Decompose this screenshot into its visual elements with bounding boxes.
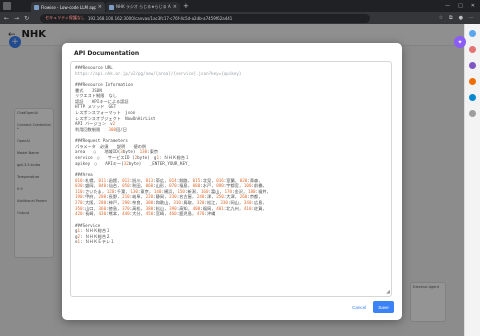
maximize-icon[interactable]: □ [458, 3, 463, 9]
browser-tab-bar: Flowise - Low-code LLM apps b... × NHK ラ… [0, 0, 480, 12]
profile-icon[interactable]: ● [459, 15, 463, 21]
extensions-icon[interactable]: ⧉ [449, 15, 453, 21]
close-tab-icon[interactable]: × [173, 4, 177, 10]
add-sidebar-icon[interactable] [469, 110, 476, 117]
cancel-button[interactable]: Cancel [352, 305, 366, 310]
menu-icon[interactable]: ⋯ [469, 15, 474, 21]
api-documentation-dialog: API Documentation ###Resource URL https:/… [62, 43, 402, 320]
resize-handle-icon[interactable]: ◢ [386, 289, 390, 295]
office-icon[interactable] [469, 78, 476, 85]
reload-icon[interactable]: ↻ [24, 15, 29, 22]
dialog-title: API Documentation [74, 50, 140, 57]
star-icon[interactable]: ☆ [439, 15, 443, 21]
window-controls: — □ ✕ [445, 3, 475, 9]
url-text: 192.168.100.162:3000/canvas/1ac3fc17-c76… [87, 15, 233, 21]
save-button[interactable]: Save [373, 301, 394, 313]
window-menu-icon[interactable] [3, 2, 11, 10]
flowise-favicon-icon [34, 4, 39, 10]
chat-icon[interactable]: ✦ [454, 36, 466, 48]
tools-icon[interactable] [469, 62, 476, 69]
url-field[interactable]: セキュリティ保護なし 192.168.100.162:3000/canvas/1… [40, 13, 371, 23]
tab-title: NHK ラジオ らじる★らじる API (ver... [116, 4, 171, 9]
browser-tab-nhk[interactable]: NHK ラジオ らじる★らじる API (ver... × [106, 2, 180, 12]
api-doc-textarea[interactable]: ###Resource URL https://api.nhk.or.jp/v2/… [70, 61, 392, 297]
outlook-icon[interactable] [469, 94, 476, 101]
api-doc-text: ###Resource URL https://api.nhk.or.jp/v2/… [75, 65, 387, 245]
browser-sidebar [464, 24, 480, 336]
browser-toolbar: ☆ ⧉ ● ⋯ [439, 15, 474, 21]
doc-line: e1: ＮＨＫＥテレ１ [75, 239, 115, 245]
shopping-icon[interactable] [469, 46, 476, 53]
minimize-icon[interactable]: — [445, 3, 450, 9]
browser-address-bar: ← → ↻ セキュリティ保護なし 192.168.100.162:3000/ca… [0, 12, 480, 24]
new-tab-icon[interactable]: + [183, 2, 189, 10]
close-tab-icon[interactable]: × [98, 4, 102, 10]
insecure-warning: セキュリティ保護なし [45, 15, 85, 20]
search-icon[interactable] [469, 30, 476, 37]
browser-tab-flowise[interactable]: Flowise - Low-code LLM apps b... × [31, 2, 105, 12]
back-icon[interactable]: ← [4, 15, 9, 22]
forward-icon[interactable]: → [14, 15, 19, 22]
close-window-icon[interactable]: ✕ [471, 3, 475, 9]
nhk-favicon-icon [109, 4, 114, 10]
tab-title: Flowise - Low-code LLM apps b... [41, 4, 96, 10]
